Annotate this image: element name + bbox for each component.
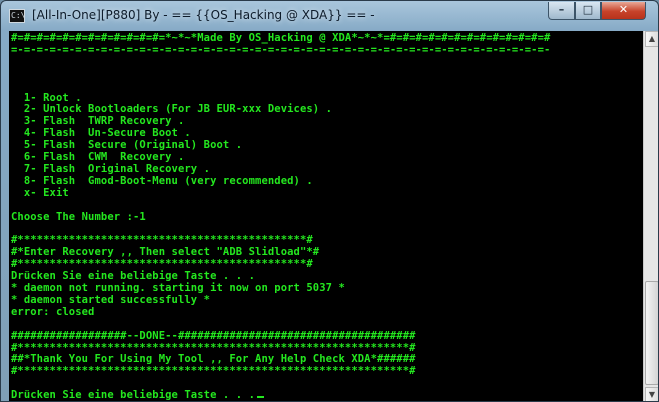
- console-line: #***************************************…: [11, 234, 313, 247]
- console-line: #***************************************…: [11, 365, 416, 378]
- scroll-up-arrow-icon[interactable]: ▲: [645, 31, 658, 47]
- console-line: ##*Thank You For Using My Tool ,, For An…: [11, 353, 416, 366]
- console-line: * daemon not running. starting it now on…: [11, 282, 345, 295]
- console-line: 6- Flash CWM Recovery .: [11, 151, 185, 164]
- console-line: 8- Flash Gmod-Boot-Menu (very recommende…: [11, 174, 313, 187]
- console-line: x- Exit: [11, 186, 69, 199]
- console-line: error: closed: [11, 305, 95, 318]
- console-output-area[interactable]: #=#=#=#=#=#=#=#=#=#=#=#=*~*~*Made By OS_…: [9, 31, 643, 402]
- console-line: * daemon started successfully *: [11, 293, 211, 306]
- close-button[interactable]: ✕: [601, 2, 646, 20]
- console-line: 3- Flash TWRP Recovery .: [11, 115, 185, 128]
- console-line: 4- Flash Un-Secure Boot .: [11, 127, 191, 140]
- console-line: #*Enter Recovery ,, Then select "ADB Sli…: [11, 246, 320, 259]
- scroll-down-arrow-icon[interactable]: ▼: [645, 387, 658, 401]
- text-cursor: [257, 396, 265, 399]
- minimize-button[interactable]: –: [548, 2, 575, 20]
- vertical-scrollbar[interactable]: ▲ ▼: [643, 31, 658, 401]
- console-line: Drücken Sie eine beliebige Taste . . .: [11, 270, 256, 283]
- cmd-console-icon[interactable]: C:\: [9, 9, 25, 23]
- console-line: ##################--DONE--##############…: [11, 329, 416, 342]
- console-line: 5- Flash Secure (Original) Boot .: [11, 139, 243, 152]
- console-line: Choose The Number :-1: [11, 210, 146, 223]
- console-line: 2- Unlock Bootloaders (For JB EUR-xxx De…: [11, 103, 333, 116]
- console-line: #***************************************…: [11, 258, 313, 271]
- console-line: 7- Flash Original Recovery .: [11, 162, 211, 175]
- title-bar[interactable]: C:\ [All-In-One][P880] By - == {{OS_Hack…: [1, 1, 658, 31]
- console-line: =-=-=-=-=-=-=-=-=-=-=-=-=-=-=-=-=-=-=-=-…: [11, 43, 551, 56]
- scrollbar-thumb[interactable]: [645, 281, 658, 385]
- console-text: #=#=#=#=#=#=#=#=#=#=#=#=*~*~*Made By OS_…: [11, 32, 551, 402]
- console-window: C:\ [All-In-One][P880] By - == {{OS_Hack…: [0, 0, 659, 402]
- console-line: Drücken Sie eine beliebige Taste . . .: [11, 389, 256, 402]
- console-line: #=#=#=#=#=#=#=#=#=#=#=#=*~*~*Made By OS_…: [11, 32, 551, 44]
- window-title: [All-In-One][P880] By - == {{OS_Hacking …: [32, 8, 375, 22]
- console-line: 1- Root .: [11, 91, 82, 104]
- console-line: #***************************************…: [11, 341, 416, 354]
- maximize-button[interactable]: □: [575, 2, 601, 20]
